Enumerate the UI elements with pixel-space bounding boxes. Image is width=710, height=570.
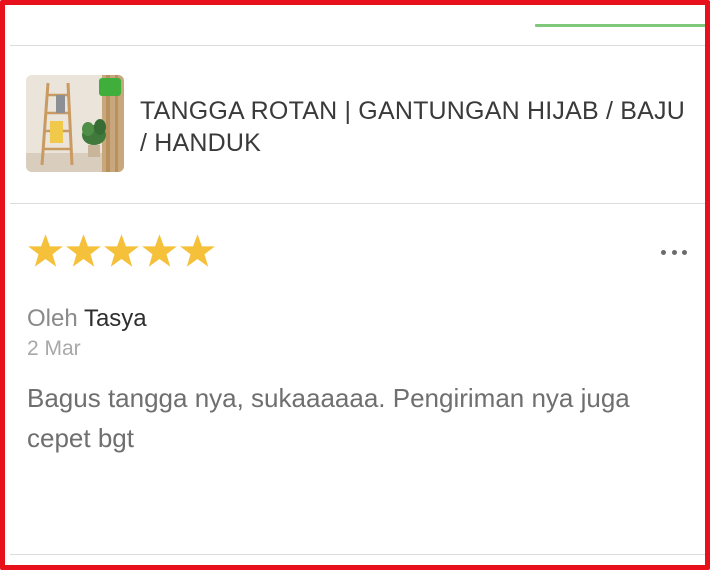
active-tab-indicator xyxy=(535,24,705,27)
review-date: 2 Mar xyxy=(27,337,81,360)
product-thumbnail[interactable] xyxy=(26,75,124,172)
star-filled-icon xyxy=(104,234,139,267)
author-prefix: Oleh xyxy=(27,305,78,332)
screenshot-frame: TANGGA ROTAN | GANTUNGAN HIJAB / BAJU / … xyxy=(0,0,710,570)
top-divider xyxy=(10,45,705,46)
more-dot xyxy=(682,249,687,255)
product-title[interactable]: TANGGA ROTAN | GANTUNGAN HIJAB / BAJU / … xyxy=(140,95,696,159)
star-filled-icon xyxy=(28,234,63,267)
product-divider xyxy=(10,203,705,204)
star-filled-icon xyxy=(66,234,101,267)
store-badge-icon xyxy=(99,78,121,96)
review-card: TANGGA ROTAN | GANTUNGAN HIJAB / BAJU / … xyxy=(10,10,705,565)
review-author: Oleh Tasya xyxy=(27,304,147,334)
star-filled-icon xyxy=(142,234,177,267)
more-options-icon[interactable] xyxy=(659,242,689,262)
bottom-divider xyxy=(10,554,705,555)
review-text: Bagus tangga nya, sukaaaaaa. Pengiriman … xyxy=(27,383,630,453)
star-rating xyxy=(27,232,216,272)
product-summary[interactable]: TANGGA ROTAN | GANTUNGAN HIJAB / BAJU / … xyxy=(26,75,696,172)
more-dot xyxy=(661,249,666,255)
more-dot xyxy=(671,249,677,255)
star-filled-icon xyxy=(180,234,215,267)
author-name: Tasya xyxy=(83,305,147,332)
